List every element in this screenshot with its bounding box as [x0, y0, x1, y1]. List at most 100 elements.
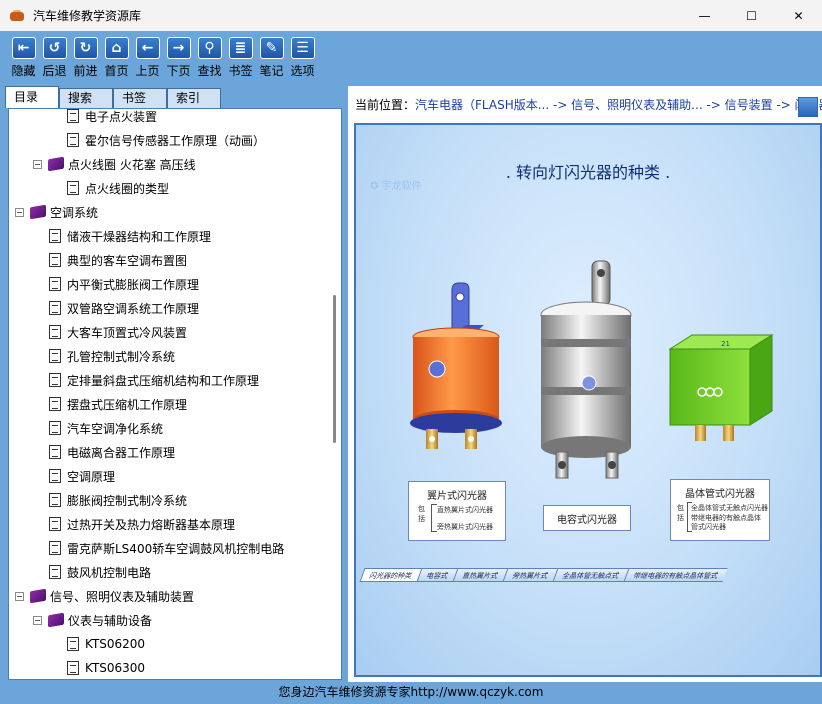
collapse-icon[interactable]: − — [15, 207, 24, 217]
vane-flasher-caption: 翼片式闪光器 包括 直热翼片式闪光器 旁热翼片式闪光器 — [408, 481, 506, 541]
options-icon: ☰ — [290, 37, 315, 59]
tree-item[interactable]: 点火线圈的类型 — [67, 177, 169, 199]
tab-contents[interactable]: 目录 — [5, 86, 59, 108]
collapse-icon[interactable]: − — [33, 159, 42, 169]
toolbar-button-bookmark[interactable]: ≣ 书签 — [225, 31, 256, 83]
flash-tab[interactable]: 全晶体管无触点式 — [552, 568, 629, 582]
tree-item[interactable]: 双管路空调系统工作原理 — [49, 297, 199, 319]
flash-tab[interactable]: 电容式 — [416, 568, 458, 582]
flash-animation[interactable]: . 转向灯闪光器的种类 . ✪ 宇龙软件 21 翼片式闪光器 包括 直热翼片式闪… — [356, 125, 820, 675]
tab-index[interactable]: 索引 — [167, 88, 221, 108]
tree-item-label: 摆盘式压缩机工作原理 — [67, 397, 188, 412]
vane-caption-item: 旁热翼片式闪光器 — [437, 523, 493, 531]
maximize-button[interactable]: ☐ — [728, 0, 775, 31]
page-icon — [49, 349, 61, 363]
toolbar-label: 后退 — [42, 64, 67, 78]
sync-icon[interactable] — [798, 97, 818, 117]
page-icon — [49, 253, 61, 267]
book-icon — [48, 612, 64, 628]
tree-folder[interactable]: − 点火线圈 火花塞 高压线 — [33, 153, 196, 175]
page-icon — [49, 277, 61, 291]
toolbar-button-hide[interactable]: ⇤ 隐藏 — [8, 31, 39, 83]
toolbar-button-prev-page[interactable]: ← 上页 — [132, 31, 163, 83]
tab-search[interactable]: 搜索 — [59, 88, 113, 108]
title-bar: 汽车维修教学资源库 — ☐ ✕ — [0, 0, 822, 31]
toolbar-button-next-page[interactable]: → 下页 — [163, 31, 194, 83]
location-bar: 当前位置：汽车电器（FLASH版本... -> 信号、照明仪表及辅助... ->… — [348, 96, 822, 116]
location-path[interactable]: 汽车电器（FLASH版本... -> 信号、照明仪表及辅助... -> 信号装置… — [415, 98, 822, 112]
minimize-button[interactable]: — — [681, 0, 728, 31]
hide-icon: ⇤ — [11, 37, 36, 59]
page-icon — [49, 421, 61, 435]
transistor-flasher-caption: 晶体管式闪光器 包括 全晶体管式无触点闪光器 带继电器的有触点晶体管式闪光器 — [670, 479, 770, 541]
tree-item[interactable]: 摆盘式压缩机工作原理 — [49, 393, 187, 415]
tree-item[interactable]: 内平衡式膨胀阀工作原理 — [49, 273, 199, 295]
flash-tab[interactable]: 直热翼片式 — [452, 568, 508, 582]
tree-item[interactable]: 雷克萨斯LS400轿车空调鼓风机控制电路 — [49, 537, 284, 559]
capacitor-flasher-image — [540, 260, 632, 479]
tree-item[interactable]: KTS06300 — [67, 657, 145, 679]
flash-tab[interactable]: 带继电器的有触点晶体管式 — [623, 568, 728, 582]
tree-item[interactable]: 空调原理 — [49, 465, 115, 487]
tree-item-label: 汽车空调净化系统 — [67, 421, 164, 436]
scrollbar-thumb[interactable] — [333, 295, 336, 443]
tree-item[interactable]: 大客车顶置式冷风装置 — [49, 321, 187, 343]
collapse-icon[interactable]: − — [15, 591, 24, 601]
tree-item-label: 电子点火装置 — [85, 109, 158, 124]
tree-folder[interactable]: − 仪表与辅助设备 — [33, 609, 152, 631]
app-icon — [9, 9, 25, 23]
tree-item[interactable]: 汽车空调净化系统 — [49, 417, 163, 439]
tree-item[interactable]: 霍尔信号传感器工作原理（动画） — [67, 129, 265, 151]
page-icon — [67, 661, 79, 675]
toolbar-button-search[interactable]: ⚲ 查找 — [194, 31, 225, 83]
page-icon — [49, 301, 61, 315]
tree-item[interactable]: 过热开关及热力熔断器基本原理 — [49, 513, 235, 535]
close-button[interactable]: ✕ — [775, 0, 822, 31]
tree-item[interactable]: 膨胀阀控制式制冷系统 — [49, 489, 187, 511]
forward-icon: ↻ — [73, 37, 98, 59]
vane-caption-title: 翼片式闪光器 — [427, 491, 487, 502]
tree-item-label: 仪表与辅助设备 — [68, 613, 153, 628]
transistor-flasher-image: 21 — [668, 334, 774, 441]
tree-folder[interactable]: − 信号、照明仪表及辅助装置 — [15, 585, 194, 607]
page-icon — [49, 397, 61, 411]
flash-tab[interactable]: 旁热翼片式 — [502, 568, 558, 582]
toolbar-label: 查找 — [197, 64, 222, 78]
tree-item[interactable]: 定排量斜盘式压缩机结构和工作原理 — [49, 369, 259, 391]
tree-item[interactable]: 鼓风机控制电路 — [49, 561, 151, 583]
tree-item[interactable]: 储液干燥器结构和工作原理 — [49, 225, 211, 247]
book-icon — [30, 204, 46, 220]
collapse-icon[interactable]: − — [33, 615, 42, 625]
toolbar-button-forward[interactable]: ↻ 前进 — [70, 31, 101, 83]
toolbar-button-home[interactable]: ⌂ 首页 — [101, 31, 132, 83]
note-icon: ✎ — [259, 37, 284, 59]
tab-bookmarks[interactable]: 书签 — [113, 88, 167, 108]
navigation-panel: 目录 搜索 书签 索引 电子点火装置霍尔信号传感器工作原理（动画） − 点火线圈 火… — [5, 86, 345, 682]
book-icon — [48, 156, 64, 172]
contents-tree[interactable]: 电子点火装置霍尔信号传感器工作原理（动画） − 点火线圈 火花塞 高压线 点火线圈的类… — [8, 108, 342, 680]
tree-item[interactable]: 电磁离合器工作原理 — [49, 441, 175, 463]
transistor-caption-title: 晶体管式闪光器 — [685, 489, 755, 500]
home-icon: ⌂ — [104, 37, 129, 59]
tree-item[interactable]: 典型的客车空调布置图 — [49, 249, 187, 271]
tree-item-label: KTS06300 — [85, 661, 146, 675]
toolbar-button-note[interactable]: ✎ 笔记 — [256, 31, 287, 83]
tree-scrollbar[interactable] — [330, 110, 340, 679]
flash-tab[interactable]: 闪光器的种类 — [359, 568, 422, 582]
tree-item[interactable]: KTS06200 — [67, 633, 145, 655]
flasher-illustrations: 21 — [410, 260, 774, 479]
tree-item[interactable]: 电子点火装置 — [67, 109, 158, 127]
page-icon — [49, 493, 61, 507]
toolbar-button-options[interactable]: ☰ 选项 — [287, 31, 318, 83]
page-icon — [49, 469, 61, 483]
page-icon — [67, 181, 79, 195]
page-icon — [49, 517, 61, 531]
next-page-icon: → — [166, 37, 191, 59]
toolbar-label: 下页 — [166, 64, 191, 78]
toolbar-button-back[interactable]: ↺ 后退 — [39, 31, 70, 83]
vane-caption-item: 直热翼片式闪光器 — [437, 506, 493, 514]
tree-folder[interactable]: − 空调系统 — [15, 201, 98, 223]
capacitor-flasher-caption: 电容式闪光器 — [543, 505, 631, 531]
toolbar-label: 书签 — [228, 64, 253, 78]
tree-item[interactable]: 孔管控制式制冷系统 — [49, 345, 175, 367]
